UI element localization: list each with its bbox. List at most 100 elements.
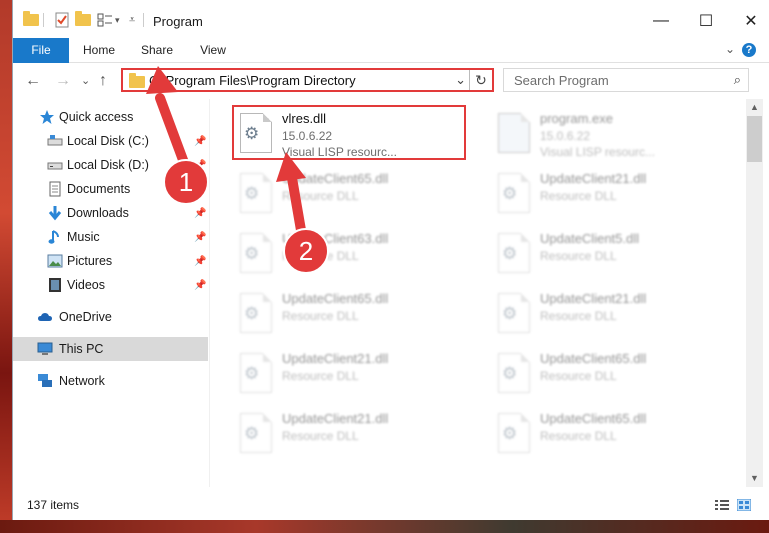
sidebar-item-music[interactable]: Music 📌	[13, 225, 208, 249]
address-dropdown-icon[interactable]: ⌄	[455, 72, 466, 88]
minimize-button[interactable]: —	[638, 6, 684, 36]
expand-ribbon-icon[interactable]: ⌄	[725, 42, 735, 56]
tab-view[interactable]: View	[189, 38, 237, 62]
sidebar-item-local-disk-c[interactable]: Local Disk (C:) 📌	[13, 129, 208, 153]
pictures-icon	[47, 254, 63, 268]
new-folder-icon[interactable]	[75, 11, 91, 28]
sidebar-item-network[interactable]: Network	[13, 369, 208, 393]
scroll-thumb[interactable]	[747, 116, 762, 162]
sidebar-item-videos[interactable]: Videos 📌	[13, 273, 208, 297]
file-name: UpdateClient5.dll	[540, 231, 640, 246]
sidebar-item-local-disk-d[interactable]: Local Disk (D:) 📌	[13, 153, 208, 177]
pin-icon[interactable]: 📌	[194, 232, 206, 243]
close-button[interactable]: ✕	[728, 6, 769, 36]
desktop-background-left	[0, 0, 12, 533]
sidebar-item-this-pc[interactable]: This PC	[13, 337, 208, 361]
file-description: Resource DLL	[282, 309, 359, 323]
forward-button[interactable]: →	[55, 72, 71, 90]
toolbar-separator	[43, 13, 44, 27]
file-item-program-exe[interactable]: program.exe 15.0.6.22 Visual LISP resour…	[492, 105, 722, 163]
gear-icon: ⚙	[244, 184, 260, 203]
file-item[interactable]: ⚙ UpdateClient21.dll Resource DLL	[234, 405, 464, 463]
title-separator	[143, 13, 144, 27]
sidebar-item-documents[interactable]: Documents 📌	[13, 177, 208, 201]
search-box[interactable]: Search Program ⌕	[503, 68, 749, 92]
scroll-up-icon[interactable]: ▲	[746, 99, 763, 116]
gear-icon: ⚙	[502, 424, 518, 443]
search-icon[interactable]: ⌕	[734, 72, 741, 88]
tiles-view-icon[interactable]	[737, 499, 751, 511]
file-name: UpdateClient65.dll	[282, 291, 389, 306]
item-count: 137 items	[27, 498, 80, 512]
vertical-scrollbar[interactable]: ▲ ▼	[746, 99, 763, 487]
view-options-icon[interactable]	[97, 12, 113, 28]
gear-icon: ⚙	[502, 244, 518, 263]
tab-share[interactable]: Share	[133, 38, 181, 62]
sidebar-item-downloads[interactable]: Downloads 📌	[13, 201, 208, 225]
recent-locations-button[interactable]: ⌄	[81, 74, 90, 87]
computer-icon	[37, 342, 53, 355]
file-description: Resource DLL	[540, 189, 617, 203]
pin-icon[interactable]: 📌	[194, 184, 206, 195]
gear-icon: ⚙	[244, 364, 260, 383]
file-item[interactable]: ⚙ UpdateClient65.dll Resource DLL	[234, 285, 464, 343]
status-bar: 137 items	[13, 487, 769, 520]
title-bar: ▾ ⩡ Program — ☐ ✕	[13, 0, 769, 38]
pin-icon[interactable]: 📌	[194, 256, 206, 267]
pin-icon[interactable]: 📌	[194, 280, 206, 291]
gear-icon: ⚙	[244, 424, 260, 443]
gear-icon: ⚙	[502, 184, 518, 203]
file-item[interactable]: ⚙ UpdateClient65.dll Resource DLL	[492, 405, 722, 463]
quick-access-folder-icon[interactable]	[23, 11, 39, 28]
file-item[interactable]: ⚙ UpdateClient5.dll Resource DLL	[492, 225, 722, 283]
file-item[interactable]: ⚙ UpdateClient63.dll Resource DLL	[234, 225, 464, 283]
file-description: Visual LISP resourc...	[540, 145, 655, 159]
gear-icon: ⚙	[502, 304, 518, 323]
details-view-icon[interactable]	[715, 499, 729, 511]
file-item[interactable]: ⚙ UpdateClient21.dll Resource DLL	[234, 345, 464, 403]
star-icon	[40, 110, 54, 124]
network-icon	[38, 374, 52, 387]
sidebar-item-onedrive[interactable]: OneDrive	[13, 305, 208, 329]
file-name: program.exe	[540, 111, 613, 126]
maximize-button[interactable]: ☐	[683, 6, 729, 36]
file-name: UpdateClient21.dll	[282, 351, 389, 366]
videos-icon	[49, 278, 61, 292]
file-item[interactable]: ⚙ UpdateClient65.dll Resource DLL	[234, 165, 464, 223]
back-button[interactable]: ←	[25, 72, 41, 90]
address-bar[interactable]: C:\Program Files\Program Directory ⌄ ↻	[121, 68, 494, 92]
properties-icon[interactable]	[55, 12, 69, 28]
file-version: 15.0.6.22	[540, 129, 591, 143]
file-description: Resource DLL	[540, 369, 617, 383]
file-name: UpdateClient65.dll	[540, 351, 647, 366]
search-input[interactable]: Search Program	[514, 73, 609, 88]
file-description: Resource DLL	[540, 309, 617, 323]
file-description: Resource DLL	[282, 369, 359, 383]
pin-icon[interactable]: 📌	[194, 136, 206, 147]
up-button[interactable]: ↑	[99, 72, 107, 90]
address-path[interactable]: C:\Program Files\Program Directory	[149, 73, 356, 88]
file-description: Resource DLL	[282, 189, 359, 203]
sidebar-item-pictures[interactable]: Pictures 📌	[13, 249, 208, 273]
music-icon	[48, 230, 59, 244]
exe-file-icon	[498, 113, 530, 153]
file-name: UpdateClient65.dll	[540, 411, 647, 426]
pin-icon[interactable]: 📌	[194, 208, 206, 219]
file-name: UpdateClient21.dll	[540, 171, 647, 186]
file-item[interactable]: ⚙ UpdateClient65.dll Resource DLL	[492, 345, 722, 403]
file-name: UpdateClient65.dll	[282, 171, 389, 186]
help-icon[interactable]: ?	[742, 43, 756, 57]
toolbar-dropdown-icon[interactable]: ▾	[115, 12, 120, 28]
refresh-button[interactable]: ↻	[469, 70, 492, 90]
pin-icon[interactable]: 📌	[194, 160, 206, 171]
sidebar-item-quick-access[interactable]: Quick access	[13, 105, 208, 129]
tab-home[interactable]: Home	[75, 38, 123, 62]
scroll-down-icon[interactable]: ▼	[746, 470, 763, 487]
documents-icon	[49, 181, 61, 197]
file-description: Resource DLL	[540, 429, 617, 443]
file-description: Resource DLL	[282, 249, 359, 263]
file-item[interactable]: ⚙ UpdateClient21.dll Resource DLL	[492, 165, 722, 223]
drive-icon	[47, 135, 63, 146]
file-item[interactable]: ⚙ UpdateClient21.dll Resource DLL	[492, 285, 722, 343]
customize-toolbar-icon[interactable]: ⩡	[129, 12, 135, 28]
